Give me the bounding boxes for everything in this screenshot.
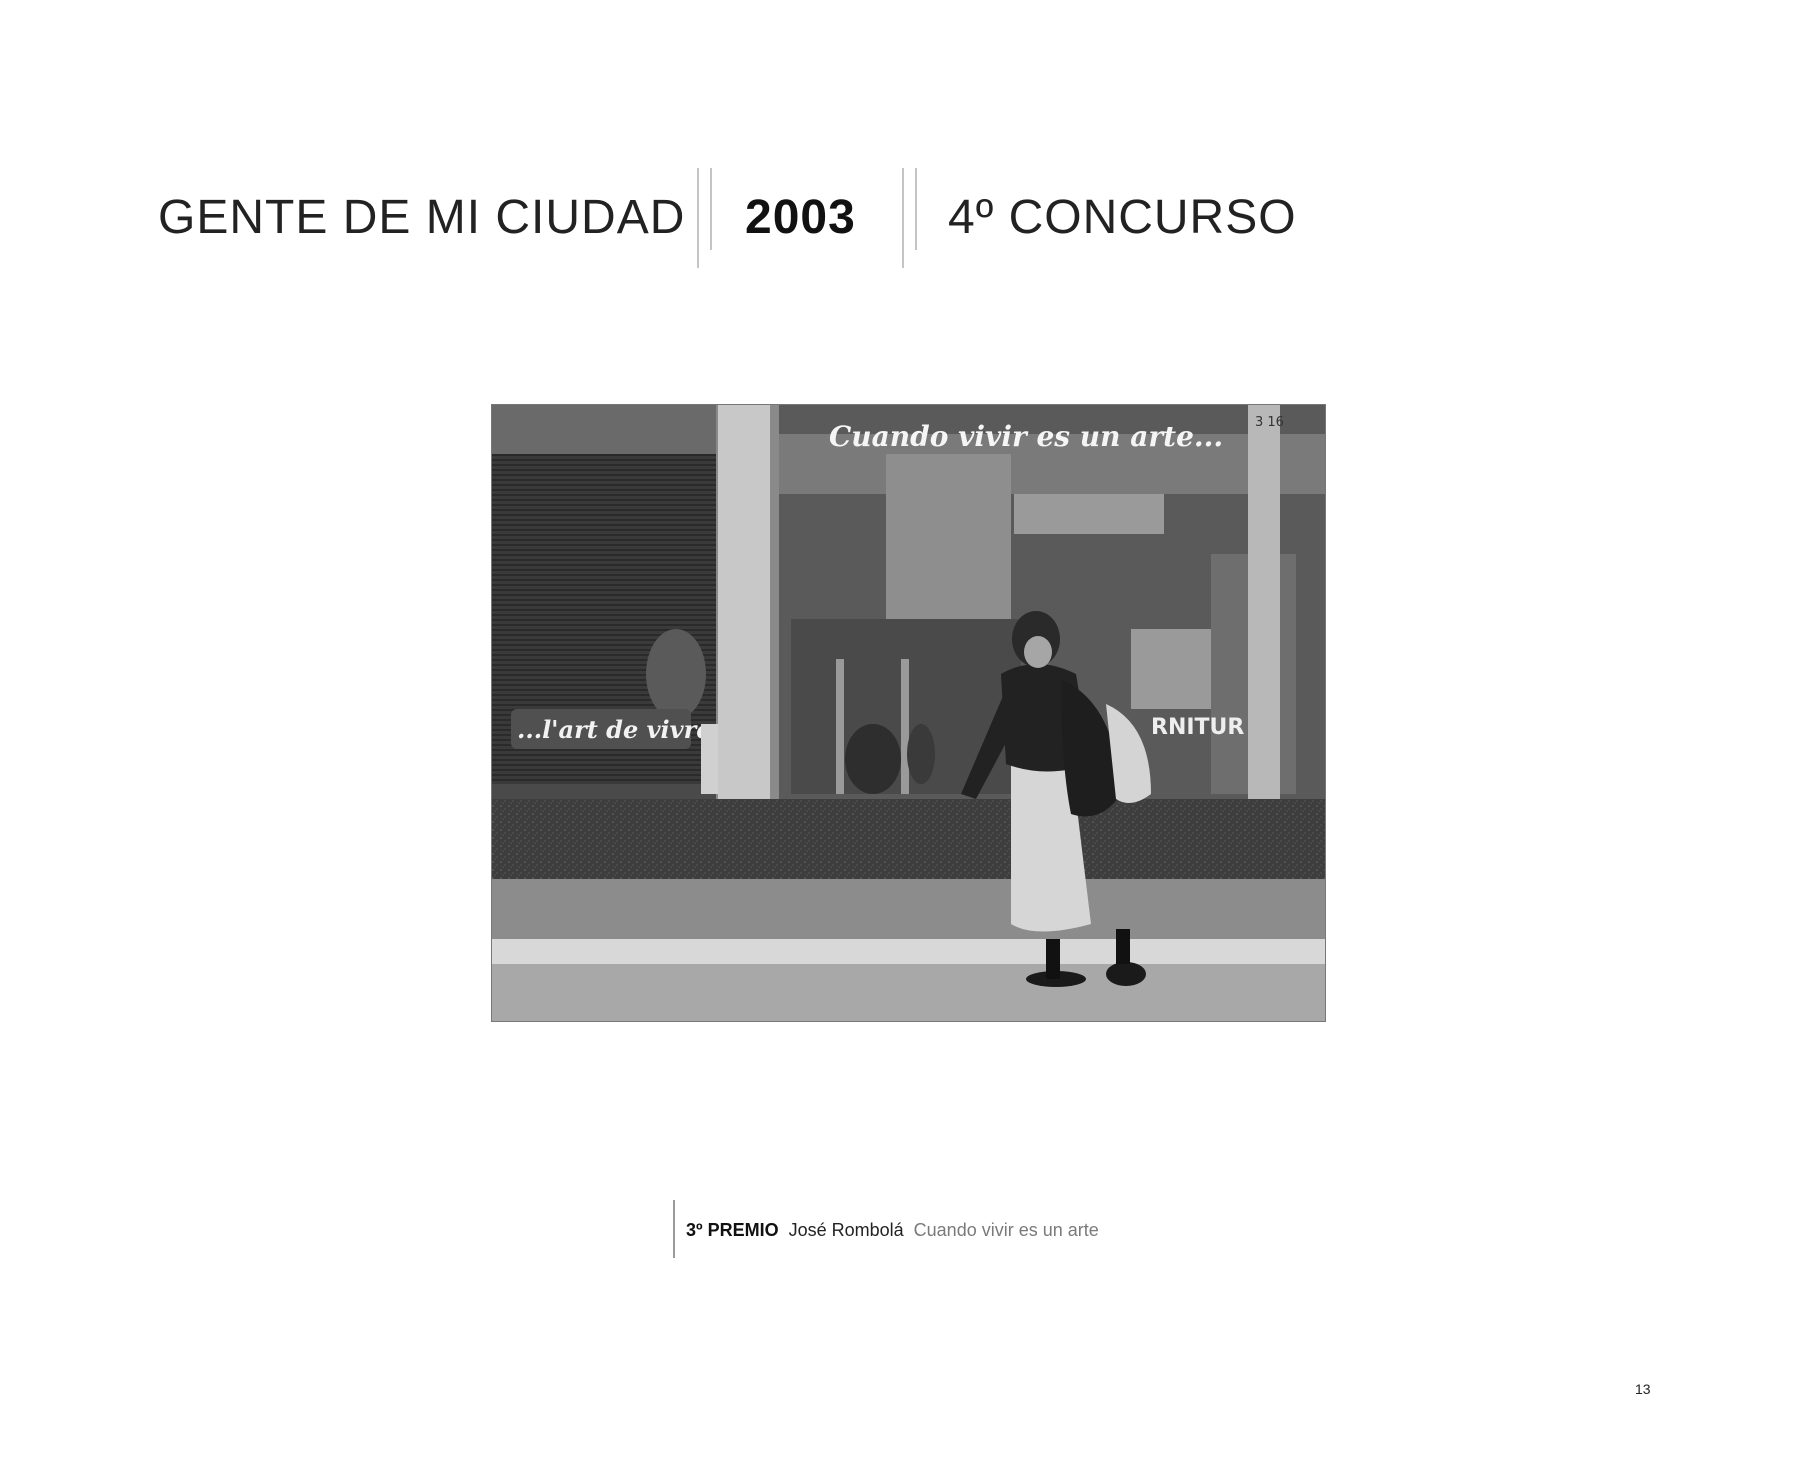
pillar — [718, 404, 770, 799]
sidewalk — [491, 879, 1326, 944]
curb — [491, 939, 1326, 964]
caption-text: 3º PREMIO José Rombolá Cuando vivir es un … — [686, 1220, 1099, 1241]
divider-1b — [710, 168, 712, 250]
series-title: GENTE DE MI CIUDAD — [158, 191, 686, 244]
left-shop-window: ...l'art de vivre — [491, 404, 741, 799]
divider-2a — [902, 168, 904, 268]
author-name: José Rombolá — [788, 1220, 904, 1240]
street — [491, 964, 1326, 1022]
contest-photo: ...l'art de vivre Cuando vivir es un art… — [491, 404, 1326, 1022]
contest-label: 4º CONCURSO — [948, 191, 1297, 244]
caption-divider — [673, 1200, 675, 1258]
sign-top: Cuando vivir es un arte... — [829, 420, 1223, 453]
sign-left: ...l'art de vivre — [517, 715, 712, 744]
prize-label: 3º PREMIO — [686, 1220, 779, 1240]
work-title: Cuando vivir es un arte — [913, 1220, 1099, 1240]
page-header: GENTE DE MI CIUDAD 2003 4º CONCURSO — [0, 0, 1800, 300]
storefront-base — [491, 799, 1326, 879]
divider-1a — [697, 168, 699, 268]
year-label: 2003 — [745, 191, 856, 244]
divider-2b — [915, 168, 917, 250]
page-number: 13 — [1635, 1381, 1651, 1397]
sign-right: RNITUR — [1151, 715, 1244, 740]
pole-number: 3 16 — [1255, 415, 1284, 430]
